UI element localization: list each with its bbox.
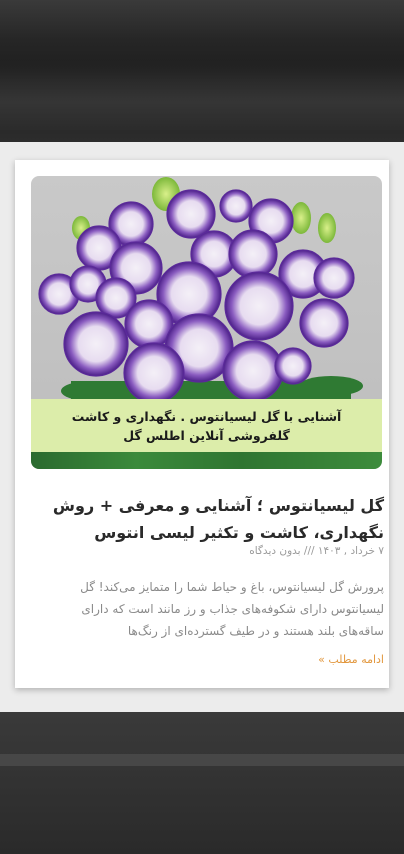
read-more-link[interactable]: ادامه مطلب » — [34, 653, 384, 666]
post-excerpt: پرورش گل لیسیانتوس، باغ و حیاط شما را مت… — [80, 580, 384, 638]
image-caption-line-1: آشنایی با گل لیسیانتوس . نگهداری و کاشت — [71, 408, 342, 424]
post-meta: ۷ خرداد , ۱۴۰۳ /// بدون دیدگاه — [249, 545, 384, 557]
image-leaves-strip — [31, 452, 382, 469]
image-caption-line-2: گلفروشی آنلاین اطلس گل — [123, 427, 290, 443]
background-bottom-band — [0, 712, 404, 854]
post-title[interactable]: گل لیسیانتوس ؛ آشنایی و معرفی + روش نگهد… — [34, 492, 384, 546]
background-top-band — [0, 0, 404, 142]
image-caption-banner: آشنایی با گل لیسیانتوس . نگهداری و کاشت … — [31, 399, 382, 452]
